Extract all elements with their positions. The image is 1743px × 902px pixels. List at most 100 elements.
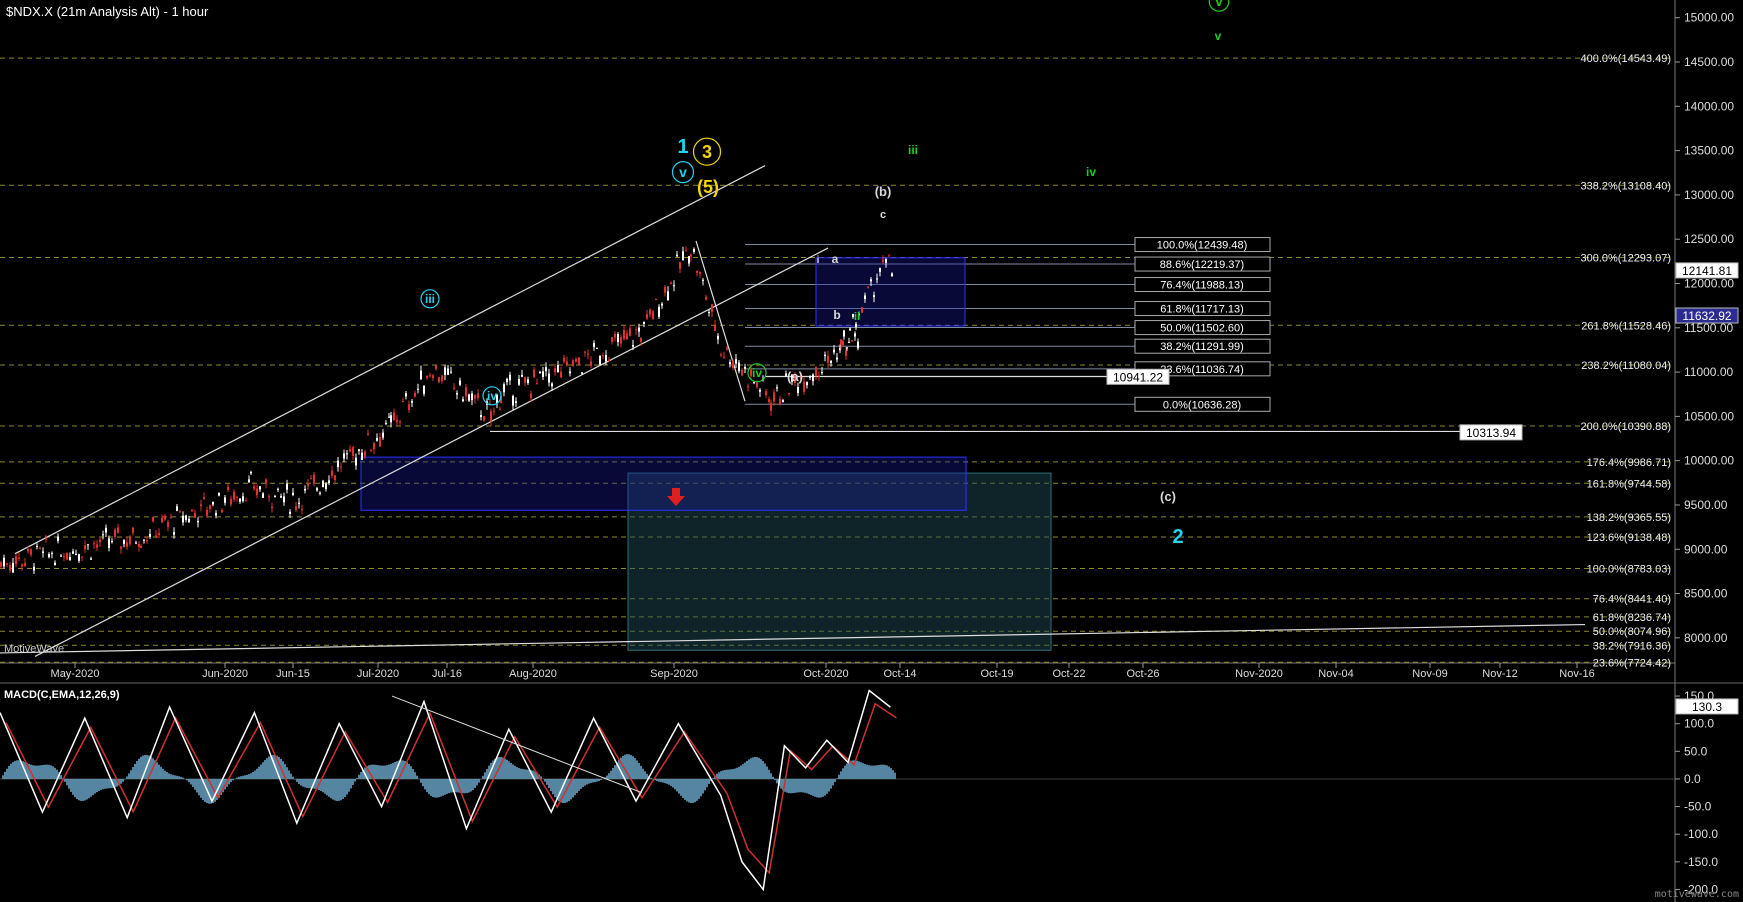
- macd-histogram-bar: [656, 778, 658, 782]
- macd-histogram-bar: [768, 769, 770, 779]
- candle-body: [66, 552, 68, 560]
- candle-body: [676, 254, 678, 257]
- candle-body: [376, 437, 378, 441]
- macd-histogram-bar: [472, 778, 474, 790]
- candle-body: [155, 535, 157, 537]
- chart-canvas[interactable]: 15000.00 14500.00 14000.00 13500.00 13000.00…: [0, 0, 1743, 902]
- candle-body: [447, 368, 449, 375]
- macd-histogram-bar: [296, 778, 298, 782]
- macd-histogram-bar: [74, 778, 76, 798]
- candle-body: [283, 496, 285, 503]
- macd-histogram-bar: [650, 777, 652, 779]
- macd-histogram-bar: [878, 764, 880, 779]
- macd-histogram-bar: [786, 778, 788, 793]
- candle-body: [114, 529, 116, 537]
- fib-retracement-label: 100.0%(12439.48): [1157, 240, 1248, 252]
- candle-body: [408, 404, 410, 411]
- candle-body: [465, 387, 467, 397]
- macd-histogram-bar: [572, 778, 574, 798]
- macd-histogram-bar: [100, 778, 102, 790]
- candle-body: [48, 554, 50, 558]
- macd-histogram-bar: [550, 778, 552, 792]
- macd-histogram-bar: [330, 778, 332, 799]
- candle-body: [99, 539, 101, 542]
- macd-histogram-bar: [164, 770, 166, 779]
- macd-histogram-bar: [688, 778, 690, 803]
- candle-body: [233, 491, 235, 500]
- candle-body: [548, 373, 550, 383]
- price-tick-label: 10000.00: [1684, 454, 1734, 468]
- macd-histogram-bar: [634, 758, 636, 779]
- macd-histogram-bar: [86, 778, 88, 800]
- macd-histogram-bar: [464, 778, 466, 794]
- macd-histogram-bar: [12, 762, 14, 779]
- candle-body: [93, 543, 95, 545]
- candle-body: [705, 296, 707, 300]
- macd-histogram-bar: [408, 763, 410, 779]
- candle-body: [15, 556, 17, 565]
- macd-histogram-bar: [500, 756, 502, 779]
- candle-body: [161, 517, 163, 523]
- wave-label: (a): [787, 369, 803, 384]
- candle-body: [12, 563, 14, 573]
- wave-label: 2: [1172, 526, 1183, 548]
- macd-histogram-bar: [156, 762, 158, 779]
- candle-body: [688, 256, 690, 264]
- candle-body: [236, 496, 238, 498]
- macd-histogram-bar: [108, 778, 110, 789]
- macd-histogram-bar: [804, 778, 806, 793]
- candle-body: [879, 268, 881, 272]
- macd-histogram-bar: [178, 776, 180, 779]
- macd-histogram-bar: [816, 778, 818, 798]
- price-tick-label: 13500.00: [1684, 144, 1734, 158]
- macd-histogram-bar: [352, 778, 354, 785]
- candle-body: [849, 328, 851, 331]
- candle-body: [876, 278, 878, 280]
- macd-histogram-bar: [80, 778, 82, 801]
- macd-histogram-bar: [790, 778, 792, 794]
- macd-histogram-bar: [334, 778, 336, 801]
- macd-histogram-bar: [660, 778, 662, 783]
- wave-label: iii: [425, 292, 435, 306]
- candle-body: [200, 504, 202, 507]
- candle-body: [6, 563, 8, 565]
- fib-extension-label: 176.4%(9986.71): [1587, 457, 1671, 469]
- macd-histogram-bar: [552, 778, 554, 795]
- macd-tick-label: -150.0: [1684, 855, 1718, 869]
- level-tag: 10941.22: [1113, 370, 1163, 384]
- macd-histogram-bar: [54, 767, 56, 779]
- candle-body: [830, 360, 832, 363]
- macd-histogram-bar: [728, 769, 730, 779]
- macd-histogram-bar: [726, 769, 728, 779]
- candle-body: [670, 282, 672, 284]
- macd-histogram-bar: [756, 757, 758, 779]
- candle-body: [738, 362, 740, 372]
- candle-body: [358, 449, 360, 451]
- candle-body: [417, 388, 419, 390]
- macd-histogram-bar: [414, 772, 416, 779]
- macd-tick-label: 100.0: [1684, 717, 1714, 731]
- macd-histogram-bar: [350, 778, 352, 789]
- time-tick-label: Oct-22: [1052, 668, 1085, 680]
- candle-body: [280, 496, 282, 498]
- candle-body: [515, 401, 517, 403]
- trend-line: [695, 240, 746, 402]
- candle-body: [379, 437, 381, 447]
- macd-histogram-bar: [546, 778, 548, 785]
- macd-histogram-bar: [682, 778, 684, 798]
- macd-histogram-bar: [190, 778, 192, 785]
- candle-body: [539, 371, 541, 374]
- price-tick-label: 9500.00: [1684, 498, 1728, 512]
- candle-body: [626, 333, 628, 340]
- wave-label: c: [880, 209, 886, 221]
- macd-histogram-bar: [872, 765, 874, 779]
- candle-body: [209, 505, 211, 510]
- candle-body: [854, 333, 856, 337]
- candle-body: [732, 360, 734, 369]
- macd-histogram-bar: [446, 778, 448, 794]
- macd-histogram-bar: [748, 759, 750, 779]
- macd-histogram-bar: [842, 768, 844, 779]
- candle-body: [456, 393, 458, 395]
- candle-body: [340, 466, 342, 468]
- macd-histogram-bar: [692, 778, 694, 803]
